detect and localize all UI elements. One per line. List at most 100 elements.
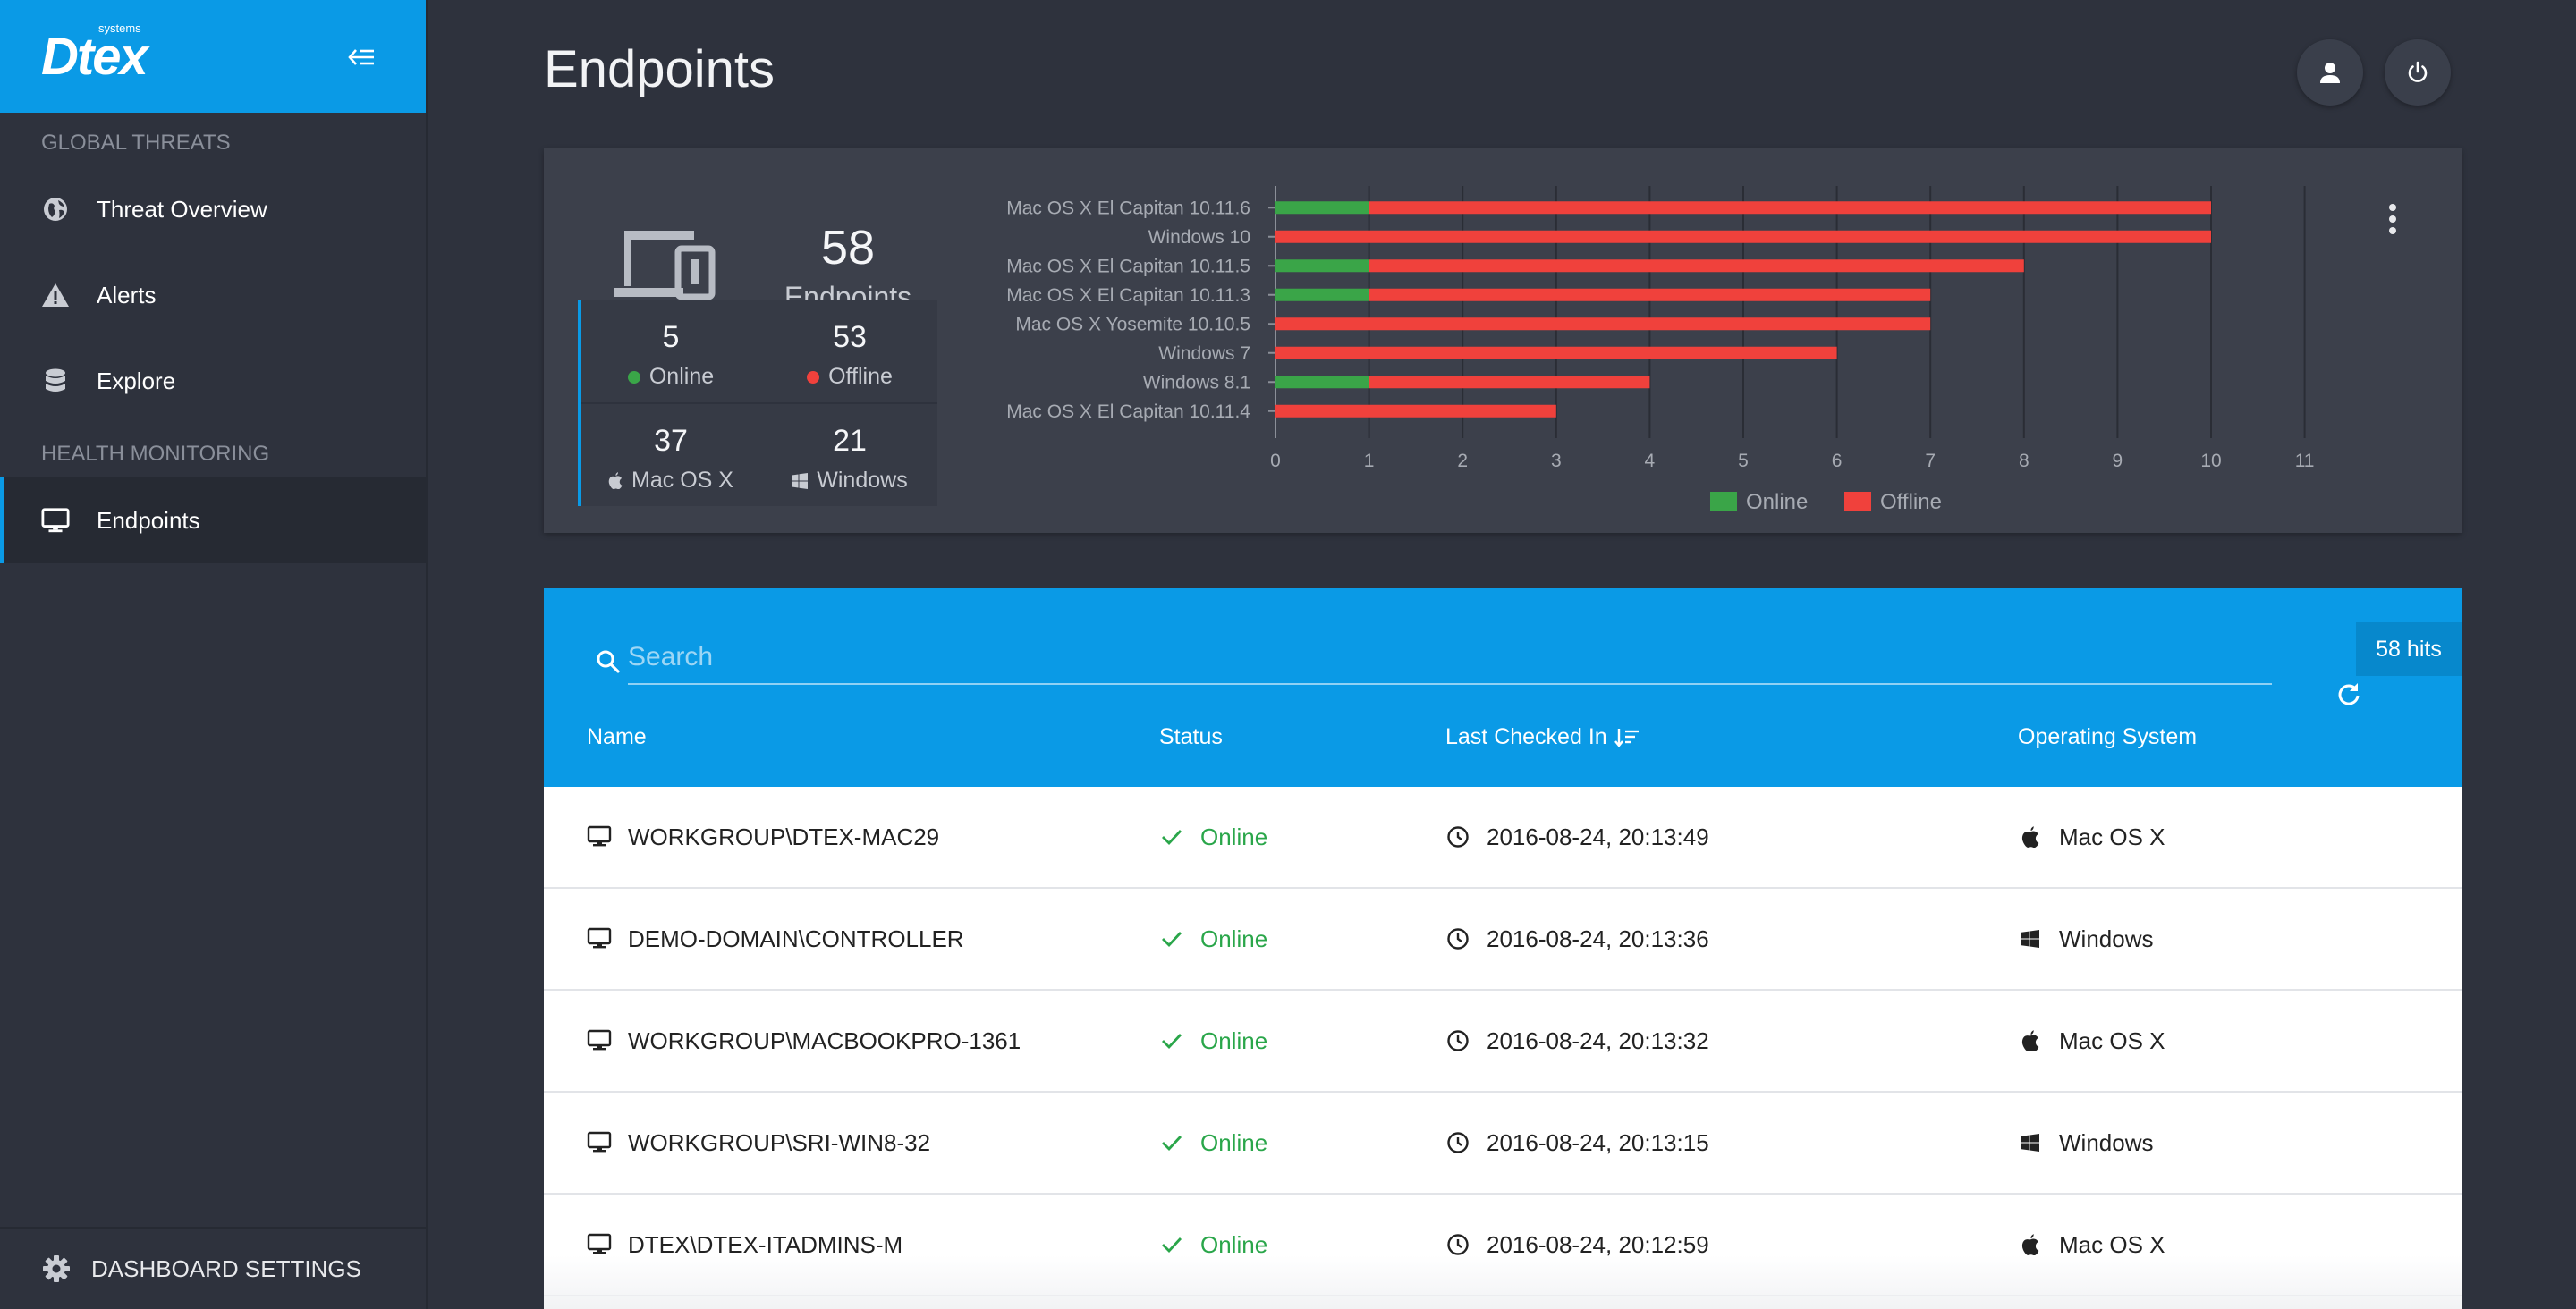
- table-row[interactable]: WORKGROUP\DTEX-MAC29 Online 2016-08-24, …: [544, 787, 2462, 889]
- chart-bar-offline: [1275, 317, 1931, 331]
- column-header-status[interactable]: Status: [1159, 724, 1223, 750]
- chart-bar-offline: [1275, 346, 1837, 359]
- table-row[interactable]: DEMO-DOMAIN\CONTROLLER Online 2016-08-24…: [544, 889, 2462, 991]
- more-icon: [2389, 204, 2396, 211]
- chart-category-label: Windows 7: [1158, 343, 1250, 364]
- endpoint-name: WORKGROUP\DTEX-MAC29: [628, 823, 940, 850]
- computer-icon: [587, 1232, 612, 1257]
- sidebar-item-label: Explore: [97, 367, 176, 394]
- sidebar-item-threat-overview[interactable]: Threat Overview: [0, 166, 426, 252]
- devices-icon: [614, 231, 716, 300]
- collapse-icon: [348, 49, 374, 65]
- table-row[interactable]: WORKGROUP\MACBOOKPRO-1361 Online 2016-08…: [544, 991, 2462, 1093]
- chart-category-label: Mac OS X El Capitan 10.11.5: [1006, 256, 1250, 276]
- sidebar-item-alerts[interactable]: Alerts: [0, 252, 426, 338]
- clock-icon: [1445, 824, 1470, 849]
- table-row[interactable]: DTEX\DTEX-ITADMINS-M Online 2016-08-24, …: [544, 1195, 2462, 1296]
- chart-x-tick-label: 5: [1738, 451, 1749, 471]
- page-title: Endpoints: [544, 40, 775, 98]
- table-body: WORKGROUP\DTEX-MAC29 Online 2016-08-24, …: [544, 787, 2462, 1296]
- chart-bar-offline: [1368, 259, 2024, 273]
- computer-icon: [587, 926, 612, 951]
- chart-category-label: Windows 10: [1148, 227, 1250, 248]
- settings-label: DASHBOARD SETTINGS: [91, 1254, 361, 1282]
- windows-icon: [792, 472, 809, 489]
- sort-desc-icon: [1614, 728, 1639, 747]
- sidebar-item-explore[interactable]: Explore: [0, 338, 426, 424]
- column-header-last-checked-in[interactable]: Last Checked In: [1445, 724, 1640, 750]
- endpoint-status: Online: [1200, 1026, 1268, 1054]
- clock-icon: [1445, 1130, 1470, 1155]
- power-icon: [2408, 61, 2428, 82]
- apple-icon: [2018, 1232, 2043, 1257]
- endpoint-status: Online: [1200, 823, 1268, 850]
- chart-x-tick-label: 4: [1645, 451, 1656, 471]
- chart-bar-offline: [1275, 230, 2211, 243]
- chart-menu-button[interactable]: [2386, 204, 2399, 236]
- table-row[interactable]: WORKGROUP\SRI-WIN8-32 Online 2016-08-24,…: [544, 1093, 2462, 1195]
- sidebar-item-endpoints[interactable]: Endpoints: [0, 477, 426, 563]
- chart-legend-label: Offline: [1880, 490, 1942, 514]
- check-icon: [1159, 926, 1184, 951]
- chart-x-tick-label: 6: [1832, 451, 1843, 471]
- nav-section-health-monitoring: HEALTH MONITORING: [41, 442, 270, 466]
- windows-stat: 21 Windows: [760, 404, 939, 506]
- user-profile-button[interactable]: [2297, 39, 2363, 106]
- refresh-button[interactable]: [2331, 676, 2367, 712]
- operating-system: Windows: [2059, 925, 2154, 952]
- chart-x-tick-label: 7: [1925, 451, 1936, 471]
- hits-count-badge: 58 hits: [2356, 622, 2462, 676]
- apple-icon: [608, 472, 623, 489]
- logout-button[interactable]: [2385, 39, 2451, 106]
- chart-bar-offline: [1368, 201, 2211, 215]
- apple-icon: [2018, 1028, 2043, 1053]
- column-header-operating-system[interactable]: Operating System: [2018, 724, 2197, 750]
- chart-x-tick-label: 11: [2295, 451, 2315, 471]
- endpoint-os-chart: 0 1 2 3 4 5 6 7 8 9 10 11 Mac OS X El Capitan 10.11.…: [1006, 186, 2315, 514]
- operating-system: Mac OS X: [2059, 1230, 2165, 1258]
- search-input[interactable]: [628, 631, 2272, 685]
- collapse-sidebar-button[interactable]: [343, 39, 379, 75]
- dtex-logo[interactable]: Dtex systems: [41, 21, 148, 87]
- last-checked-time: 2016-08-24, 20:13:32: [1487, 1026, 1709, 1054]
- column-header-name[interactable]: Name: [587, 724, 647, 750]
- clock-icon: [1445, 1232, 1470, 1257]
- chart-bar-offline: [1368, 376, 1650, 389]
- endpoint-summary-card: 58 Endpoints 5 Online 53 Offline 37 Mac …: [544, 148, 2462, 533]
- chart-category-label: Windows 8.1: [1143, 372, 1250, 393]
- last-checked-time: 2016-08-24, 20:13:36: [1487, 925, 1709, 952]
- endpoint-status: Online: [1200, 925, 1268, 952]
- clock-icon: [1445, 926, 1470, 951]
- dashboard-settings-button[interactable]: DASHBOARD SETTINGS: [0, 1227, 426, 1309]
- endpoint-stats-grid: 5 Online 53 Offline 37 Mac OS X 21 Windo…: [578, 300, 937, 506]
- operating-system: Mac OS X: [2059, 823, 2165, 850]
- windows-icon: [2018, 926, 2043, 951]
- sidebar-item-label: Endpoints: [97, 506, 200, 534]
- chart-category-label: Mac OS X El Capitan 10.11.6: [1006, 198, 1250, 218]
- endpoint-status: Online: [1200, 1128, 1268, 1156]
- chart-bar-offline: [1275, 404, 1556, 418]
- endpoint-status: Online: [1200, 1230, 1268, 1258]
- chart-x-tick-label: 1: [1364, 451, 1375, 471]
- clock-icon: [1445, 1028, 1470, 1053]
- chart-x-tick-label: 0: [1270, 451, 1281, 471]
- sidebar: Dtex systems GLOBAL THREATS Threat Overvi…: [0, 0, 428, 1309]
- chart-x-tick-label: 8: [2019, 451, 2029, 471]
- chart-category-label: Mac OS X Yosemite 10.10.5: [1015, 314, 1250, 334]
- check-icon: [1159, 1232, 1184, 1257]
- endpoint-name: WORKGROUP\SRI-WIN8-32: [628, 1128, 931, 1156]
- computer-icon: [587, 1130, 612, 1155]
- nav-section-global-threats: GLOBAL THREATS: [41, 131, 231, 155]
- refresh-icon: [2338, 683, 2360, 705]
- search-icon: [597, 650, 620, 673]
- computer-icon: [587, 1028, 612, 1053]
- monitor-icon: [41, 506, 70, 535]
- operating-system: Mac OS X: [2059, 1026, 2165, 1054]
- chart-legend-swatch: [1710, 492, 1737, 511]
- endpoints-table-card: 58 hits Name Status Last Checked In Oper…: [544, 588, 2462, 1309]
- check-icon: [1159, 1130, 1184, 1155]
- total-endpoints-count: 58: [820, 221, 876, 274]
- apple-icon: [2018, 824, 2043, 849]
- chart-category-label: Mac OS X El Capitan 10.11.4: [1006, 401, 1250, 422]
- endpoint-name: DTEX\DTEX-ITADMINS-M: [628, 1230, 903, 1258]
